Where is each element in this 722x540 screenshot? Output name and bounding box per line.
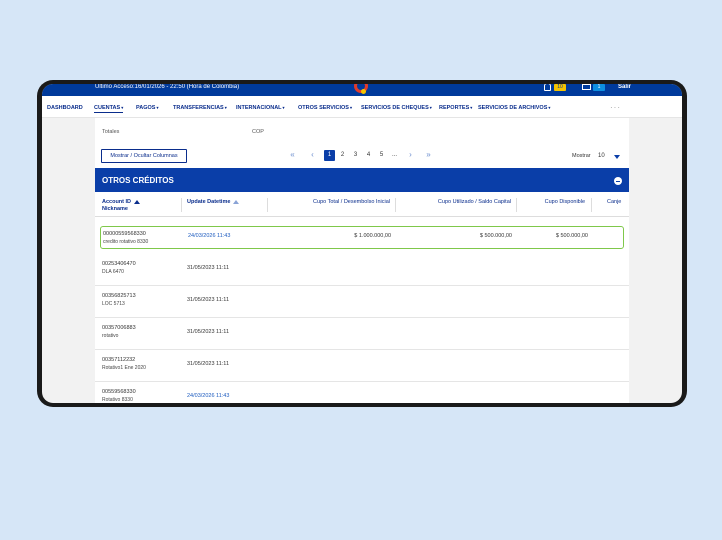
update-datetime: 31/05/2023 11:11: [187, 297, 230, 303]
main-content: Totales COP Mostrar / Ocultar Columnas «…: [95, 118, 629, 403]
currency-label: COP: [252, 129, 264, 135]
chevron-down-icon: ▾: [548, 105, 551, 110]
next-page-icon[interactable]: ›: [405, 150, 416, 161]
update-datetime[interactable]: 24/03/2026 11:43: [187, 393, 229, 399]
table-row[interactable]: 00357006883 rotativo 31/05/2023 11:11: [95, 318, 629, 350]
page-size-select[interactable]: 10: [598, 153, 605, 159]
column-divider: [516, 198, 517, 212]
update-datetime: 31/05/2023 11:11: [187, 265, 230, 271]
cupo-disponible-value: $ 500.000,00: [555, 233, 588, 239]
column-divider: [181, 198, 182, 212]
prev-page-icon[interactable]: ‹: [307, 150, 318, 161]
page-size-label: Mostrar: [572, 153, 591, 159]
header-divider: [95, 216, 629, 217]
logout-link[interactable]: Salir: [618, 84, 631, 90]
account-id[interactable]: 00357112232: [102, 357, 135, 363]
chevron-down-icon: ▾: [470, 105, 473, 110]
sort-icon[interactable]: [233, 199, 240, 204]
account-id[interactable]: 00000559568330: [103, 231, 146, 237]
bell-icon[interactable]: [544, 84, 551, 91]
nav-item-cuentas[interactable]: CUENTAS▾: [94, 105, 124, 113]
col-header-canje[interactable]: Canje: [607, 199, 621, 205]
device-frame: Ultimo Acceso:16/01/2026 - 22:50 (Hora d…: [37, 80, 687, 407]
table-row[interactable]: 00253406470 DLA 6470 31/05/2023 11:11: [95, 254, 629, 286]
column-divider: [267, 198, 268, 212]
chevron-down-icon: ▾: [121, 105, 124, 110]
chevron-down-icon: ▾: [429, 105, 432, 110]
table-row[interactable]: 00357112232 Rotativo1 Ene 2020 31/05/202…: [95, 350, 629, 382]
col-header-cupo-utilizado[interactable]: Cupo Utilizado / Saldo Capital: [415, 199, 511, 205]
account-id[interactable]: 00357006883: [102, 325, 136, 331]
chevron-down-icon: ▾: [224, 105, 227, 110]
account-id[interactable]: 00559568330: [102, 389, 136, 395]
page-ellipsis[interactable]: ...: [389, 150, 400, 161]
notifications-badge[interactable]: 10: [554, 84, 566, 91]
chevron-down-icon: ▾: [156, 105, 159, 110]
totales-label: Totales: [102, 129, 120, 135]
nav-item-dashboard[interactable]: DASHBOARD: [47, 105, 83, 111]
update-datetime: 31/05/2023 11:11: [187, 361, 230, 367]
col-header-update-datetime[interactable]: Update Datetime: [187, 199, 240, 205]
caret-down-icon[interactable]: [614, 155, 620, 159]
collapse-icon[interactable]: [614, 177, 622, 185]
chevron-down-icon: ▾: [349, 105, 352, 110]
top-bar: Ultimo Acceso:16/01/2026 - 22:50 (Hora d…: [42, 84, 682, 96]
cupo-total-value: $ 1.000.000,00: [354, 233, 391, 239]
nav-item-transferencias[interactable]: TRANSFERENCIAS▾: [173, 105, 227, 111]
nav-item-pagos[interactable]: PAGOS▾: [136, 105, 158, 111]
column-divider: [395, 198, 396, 212]
page-button[interactable]: 5: [376, 150, 387, 161]
section-title: OTROS CRÉDITOS: [102, 176, 174, 185]
nav-item-servicios-archivos[interactable]: SERVICIOS DE ARCHIVOS▾: [478, 105, 550, 111]
account-id[interactable]: 00253406470: [102, 261, 136, 267]
table-header: Account ID Nickname Update Datetime Cupo…: [95, 194, 629, 216]
account-id[interactable]: 00356825713: [102, 293, 136, 299]
table-row[interactable]: 00559568330 Rotativo 8330 24/03/2026 11:…: [95, 382, 629, 403]
table-row[interactable]: 00356825713 LOC 5713 31/05/2023 11:11: [95, 286, 629, 318]
table-row[interactable]: 00000559568330 credito rotativo 8330 24/…: [100, 226, 624, 249]
mail-icon[interactable]: [582, 84, 591, 90]
last-page-icon[interactable]: »: [423, 150, 434, 161]
chevron-down-icon: ▾: [282, 105, 285, 110]
account-nickname: rotativo: [102, 333, 119, 339]
update-datetime: 31/05/2023 11:11: [187, 329, 230, 335]
section-header[interactable]: OTROS CRÉDITOS: [95, 168, 629, 192]
ellipsis-icon[interactable]: ···: [610, 103, 621, 112]
column-divider: [591, 198, 592, 212]
last-access-text: Ultimo Acceso:16/01/2026 - 22:50 (Hora d…: [95, 84, 240, 90]
sort-asc-icon[interactable]: [134, 199, 141, 204]
update-datetime[interactable]: 24/03/2026 11:43: [188, 233, 230, 239]
account-nickname: Rotativo 8330: [102, 397, 133, 403]
nav-item-servicios-cheques[interactable]: SERVICIOS DE CHEQUES▾: [361, 105, 432, 111]
first-page-icon[interactable]: «: [287, 150, 298, 161]
messages-badge[interactable]: 1: [593, 84, 605, 91]
col-header-cupo-total[interactable]: Cupo Total / Desembolso Inicial: [295, 199, 390, 205]
nav-item-otros-servicios[interactable]: OTROS SERVICIOS▾: [298, 105, 352, 111]
account-nickname: DLA 6470: [102, 269, 124, 275]
nav-item-reportes[interactable]: REPORTES▾: [439, 105, 472, 111]
col-header-account-id[interactable]: Account ID Nickname: [102, 199, 141, 212]
app-screen: Ultimo Acceso:16/01/2026 - 22:50 (Hora d…: [42, 84, 682, 403]
account-nickname: Rotativo1 Ene 2020: [102, 365, 146, 371]
nav-item-internacional[interactable]: INTERNACIONAL▾: [236, 105, 285, 111]
page-button[interactable]: 3: [350, 150, 361, 161]
col-header-cupo-disponible[interactable]: Cupo Disponible: [525, 199, 585, 205]
cupo-utilizado-value: $ 500.000,00: [479, 233, 512, 239]
account-nickname: LOC 5713: [102, 301, 125, 307]
bank-logo-dot-icon: [361, 89, 366, 94]
page-button[interactable]: 1: [324, 150, 335, 161]
page-button[interactable]: 2: [337, 150, 348, 161]
col-header-nickname: Nickname: [102, 206, 128, 212]
main-nav: DASHBOARD CUENTAS▾ PAGOS▾ TRANSFERENCIAS…: [42, 96, 682, 118]
toggle-columns-button[interactable]: Mostrar / Ocultar Columnas: [101, 149, 187, 163]
page-button[interactable]: 4: [363, 150, 374, 161]
account-nickname: credito rotativo 8330: [103, 239, 149, 245]
